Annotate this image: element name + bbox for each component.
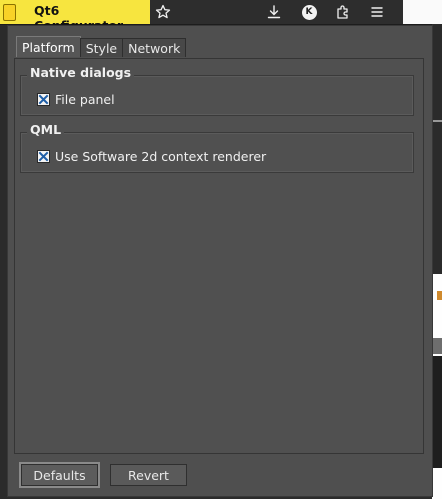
background-window-edge <box>403 0 442 24</box>
tab-platform[interactable]: Platform <box>16 36 81 57</box>
background-window-bar <box>432 338 442 354</box>
app-icon <box>3 4 16 21</box>
download-icon[interactable] <box>260 0 288 24</box>
background-window-accent <box>437 291 442 300</box>
qml-group: QML Use Software 2d context renderer <box>20 122 414 173</box>
tab-network[interactable]: Network <box>122 38 187 57</box>
revert-button[interactable]: Revert <box>110 464 187 486</box>
avatar-letter: K <box>301 4 317 20</box>
window-titlebar: Qt6 Configurator K <box>0 0 442 33</box>
extensions-icon[interactable] <box>329 0 357 24</box>
file-panel-label: File panel <box>55 92 115 107</box>
file-panel-checkbox[interactable] <box>37 93 50 106</box>
defaults-button[interactable]: Defaults <box>21 464 98 486</box>
configurator-dialog: Platform Style Network Native dialogs Fi… <box>7 25 433 497</box>
native-dialogs-title: Native dialogs <box>27 65 135 80</box>
window-title-tab[interactable]: Qt6 Configurator <box>0 0 150 33</box>
tab-bar: Platform Style Network <box>16 36 187 58</box>
star-icon[interactable] <box>149 0 177 24</box>
software-renderer-checkbox[interactable] <box>37 150 50 163</box>
background-window-panel <box>432 24 442 274</box>
qml-title: QML <box>27 122 65 137</box>
software-renderer-option[interactable]: Use Software 2d context renderer <box>37 149 266 164</box>
tab-style[interactable]: Style <box>79 38 124 57</box>
platform-tab-pane: Native dialogs File panel QML Use Softwa… <box>14 58 424 454</box>
background-window-divider <box>432 120 442 122</box>
file-panel-option[interactable]: File panel <box>37 92 115 107</box>
menu-icon[interactable] <box>363 0 391 24</box>
native-dialogs-group: Native dialogs File panel <box>20 65 414 116</box>
background-window-dark-area <box>432 356 442 468</box>
avatar-icon[interactable]: K <box>295 0 323 24</box>
software-renderer-label: Use Software 2d context renderer <box>55 149 267 164</box>
